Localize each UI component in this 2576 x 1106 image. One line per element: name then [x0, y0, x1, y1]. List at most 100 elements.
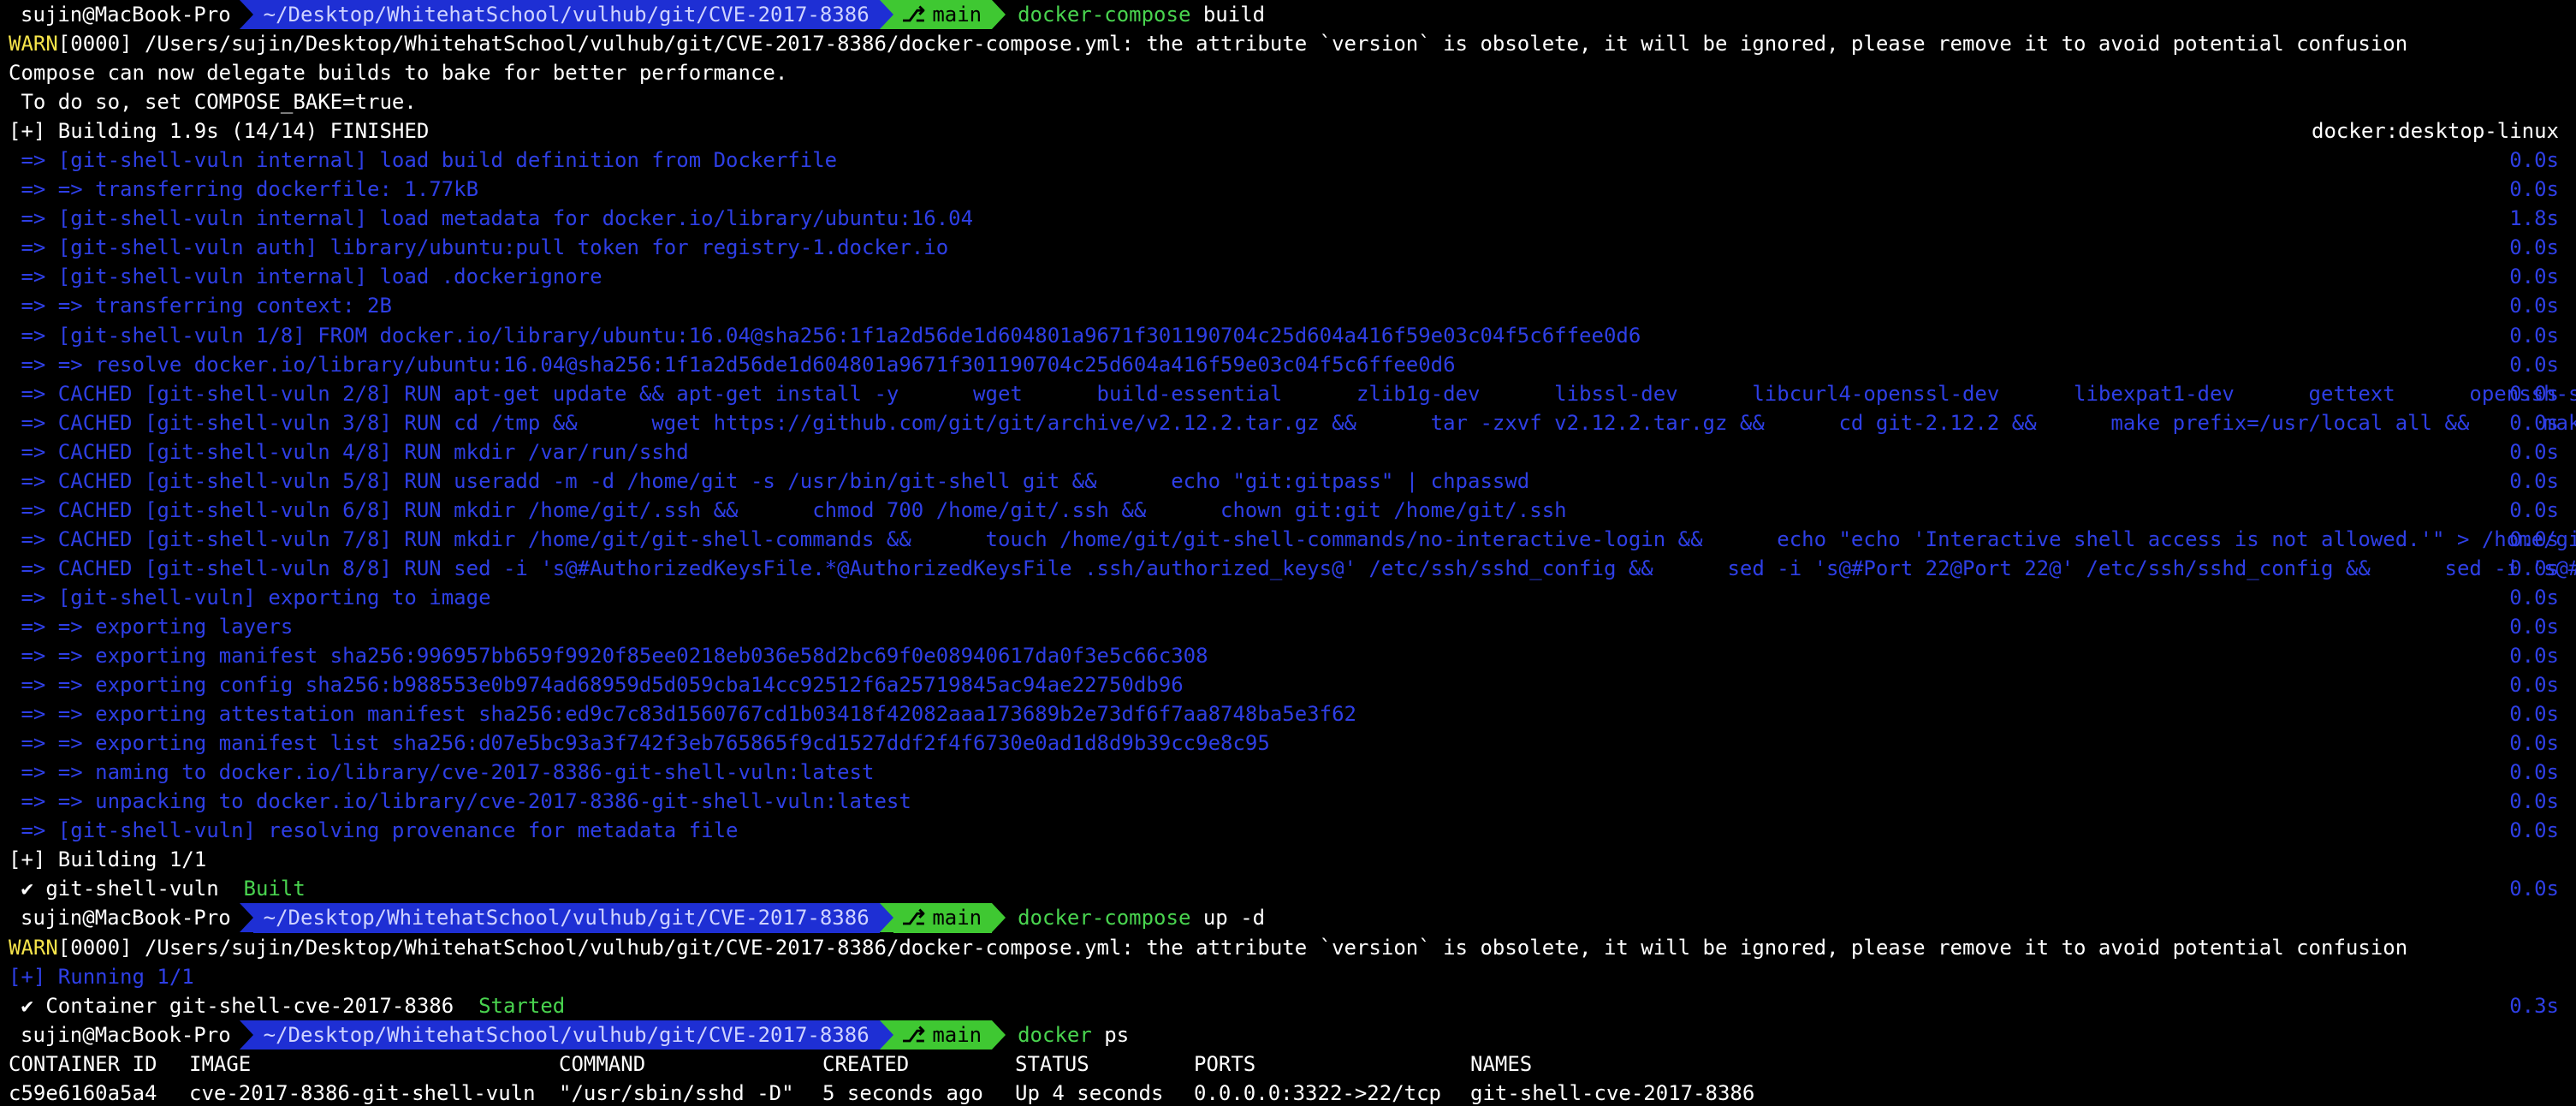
prompt-user-host: sujin@MacBook-Pro [0, 0, 240, 30]
command-name: docker-compose [1018, 906, 1191, 931]
ps-header-row: CONTAINER ID IMAGE COMMAND CREATED STATU… [0, 1050, 2576, 1079]
build-step-text: => [git-shell-vuln 1/8] FROM docker.io/l… [9, 323, 1641, 348]
powerline-separator-icon [992, 0, 1006, 30]
build-step-line: => [git-shell-vuln internal] load metada… [0, 204, 2576, 233]
build-step-text: => [git-shell-vuln internal] load build … [9, 148, 838, 173]
build-step-line: => => transferring dockerfile: 1.77kB 0.0… [0, 175, 2576, 204]
warn-message: [0000] /Users/sujin/Desktop/WhitehatScho… [57, 935, 2408, 960]
build-step-text: => => exporting attestation manifest sha… [9, 702, 1356, 727]
container-time: 0.3s [2509, 993, 2559, 1018]
build-step-line: => => transferring context: 2B 0.0s [0, 291, 2576, 320]
build-step-text: => [git-shell-vuln] exporting to image [9, 585, 491, 609]
build-step-text: => CACHED [git-shell-vuln 4/8] RUN mkdir… [9, 439, 689, 464]
build-step-text: => => exporting manifest sha256:996957bb… [9, 644, 1208, 669]
build-step-text: => CACHED [git-shell-vuln 5/8] RUN usera… [9, 468, 1530, 493]
build-step-line: => [git-shell-vuln internal] load build … [0, 146, 2576, 175]
build-step-line: => [git-shell-vuln internal] load .docke… [0, 262, 2576, 291]
ps-header-ports: PORTS [1194, 1051, 1256, 1076]
prompt-branch: ⎇ main [893, 903, 993, 933]
warn-prefix: WARN [9, 32, 58, 56]
build-step-time: 0.0s [2509, 439, 2559, 464]
build-step-text: => => naming to docker.io/library/cve-20… [9, 760, 875, 785]
build-summary-line: [+] Building 1/1 [0, 845, 2576, 874]
terminal-window[interactable]: sujin@MacBook-Pro ~/Desktop/WhitehatScho… [0, 0, 2576, 1106]
ps-header-status: STATUS [1015, 1051, 1089, 1076]
ps-cell-created: 5 seconds ago [822, 1080, 983, 1105]
command-args: up -d [1190, 906, 1266, 931]
container-status: Started [478, 993, 566, 1018]
prompt-branch-name: main [932, 906, 982, 931]
build-step-time: 0.0s [2509, 381, 2559, 406]
build-step-time: 0.0s [2509, 323, 2559, 348]
build-step-text: => => exporting config sha256:b988553e0b… [9, 673, 1184, 698]
build-step-line: => CACHED [git-shell-vuln 2/8] RUN apt-g… [0, 379, 2576, 408]
build-step-text: => [git-shell-vuln auth] library/ubuntu:… [9, 235, 949, 260]
build-step-time: 0.0s [2509, 644, 2559, 669]
build-step-line: => [git-shell-vuln] resolving provenance… [0, 816, 2576, 845]
powerline-separator-icon [239, 0, 253, 30]
bake-hint: To do so, set COMPOSE_BAKE=true. [9, 90, 417, 115]
ps-data-row: c59e6160a5a4 cve-2017-8386-git-shell-vul… [0, 1079, 2576, 1106]
build-step-text: => => exporting layers [9, 614, 294, 639]
build-step-time: 1.8s [2509, 206, 2559, 231]
build-step-time: 0.0s [2509, 702, 2559, 727]
builder-name: docker:desktop-linux [2312, 119, 2559, 144]
command-name: docker [1018, 1022, 1092, 1047]
build-step-time: 0.0s [2509, 177, 2559, 202]
build-step-time: 0.0s [2509, 789, 2559, 814]
build-step-line: => CACHED [git-shell-vuln 6/8] RUN mkdir… [0, 496, 2576, 525]
build-step-line: => CACHED [git-shell-vuln 8/8] RUN sed -… [0, 554, 2576, 583]
prompt-user-host: sujin@MacBook-Pro [0, 903, 240, 933]
build-summary: [+] Building 1/1 [9, 847, 207, 872]
container-name: ✔ Container git-shell-cve-2017-8386 [9, 993, 479, 1018]
built-service: ✔ git-shell-vuln [9, 877, 244, 901]
build-step-line: => => exporting layers 0.0s [0, 612, 2576, 641]
running-status: [+] Running 1/1 [9, 964, 194, 989]
build-step-time: 0.0s [2509, 410, 2559, 435]
build-step-line: => CACHED [git-shell-vuln 5/8] RUN usera… [0, 467, 2576, 496]
build-steps: => [git-shell-vuln internal] load build … [0, 146, 2576, 845]
ps-header-names: NAMES [1470, 1051, 1533, 1076]
build-step-line: => => unpacking to docker.io/library/cve… [0, 787, 2576, 816]
build-step-line: => CACHED [git-shell-vuln 7/8] RUN mkdir… [0, 525, 2576, 554]
git-branch-icon: ⎇ [901, 1022, 926, 1047]
build-step-text: => => exporting manifest list sha256:d07… [9, 731, 1270, 756]
build-step-time: 0.0s [2509, 497, 2559, 522]
warn-prefix: WARN [9, 935, 58, 960]
output-line: Compose can now delegate builds to bake … [0, 58, 2576, 87]
ps-header-image: IMAGE [189, 1051, 252, 1076]
build-step-text: => CACHED [git-shell-vuln 6/8] RUN mkdir… [9, 497, 1567, 522]
prompt-branch: ⎇ main [893, 0, 993, 30]
prompt-line: sujin@MacBook-Pro ~/Desktop/WhitehatScho… [0, 903, 2576, 933]
build-step-line: => => resolve docker.io/library/ubuntu:1… [0, 350, 2576, 379]
build-step-time: 0.0s [2509, 556, 2559, 580]
build-step-time: 0.0s [2509, 731, 2559, 756]
build-step-text: => => resolve docker.io/library/ubuntu:1… [9, 352, 1456, 377]
build-step-text: => CACHED [git-shell-vuln 2/8] RUN apt-g… [9, 381, 2576, 406]
ps-header-command: COMMAND [559, 1051, 646, 1076]
build-step-line: => => exporting manifest sha256:996957bb… [0, 641, 2576, 670]
built-time: 0.0s [2509, 877, 2559, 901]
ps-cell-ports: 0.0.0.0:3322->22/tcp [1194, 1080, 1441, 1105]
warning-line: WARN[0000] /Users/sujin/Desktop/Whitehat… [0, 933, 2576, 962]
prompt-path: ~/Desktop/WhitehatSchool/vulhub/git/CVE-… [252, 0, 880, 30]
prompt-branch-name: main [932, 1022, 982, 1047]
running-line: [+] Running 1/1 [0, 962, 2576, 991]
git-branch-icon: ⎇ [901, 906, 926, 931]
ps-cell-names: git-shell-cve-2017-8386 [1470, 1080, 1755, 1105]
build-step-text: => [git-shell-vuln] resolving provenance… [9, 818, 739, 843]
ps-cell-status: Up 4 seconds [1015, 1080, 1164, 1105]
prompt-path: ~/Desktop/WhitehatSchool/vulhub/git/CVE-… [252, 903, 880, 933]
build-step-time: 0.0s [2509, 235, 2559, 260]
powerline-separator-icon [239, 903, 253, 933]
powerline-separator-icon [992, 1020, 1006, 1050]
prompt-path: ~/Desktop/WhitehatSchool/vulhub/git/CVE-… [252, 1020, 880, 1050]
build-header-line: [+] Building 1.9s (14/14) FINISHED docke… [0, 116, 2576, 146]
build-step-text: => => unpacking to docker.io/library/cve… [9, 789, 911, 814]
build-step-time: 0.0s [2509, 818, 2559, 843]
build-step-text: => CACHED [git-shell-vuln 8/8] RUN sed -… [9, 556, 2576, 580]
prompt-branch-name: main [932, 3, 982, 27]
build-step-text: => [git-shell-vuln internal] load metada… [9, 206, 974, 231]
ps-cell-image: cve-2017-8386-git-shell-vuln [189, 1080, 536, 1105]
build-step-time: 0.0s [2509, 468, 2559, 493]
